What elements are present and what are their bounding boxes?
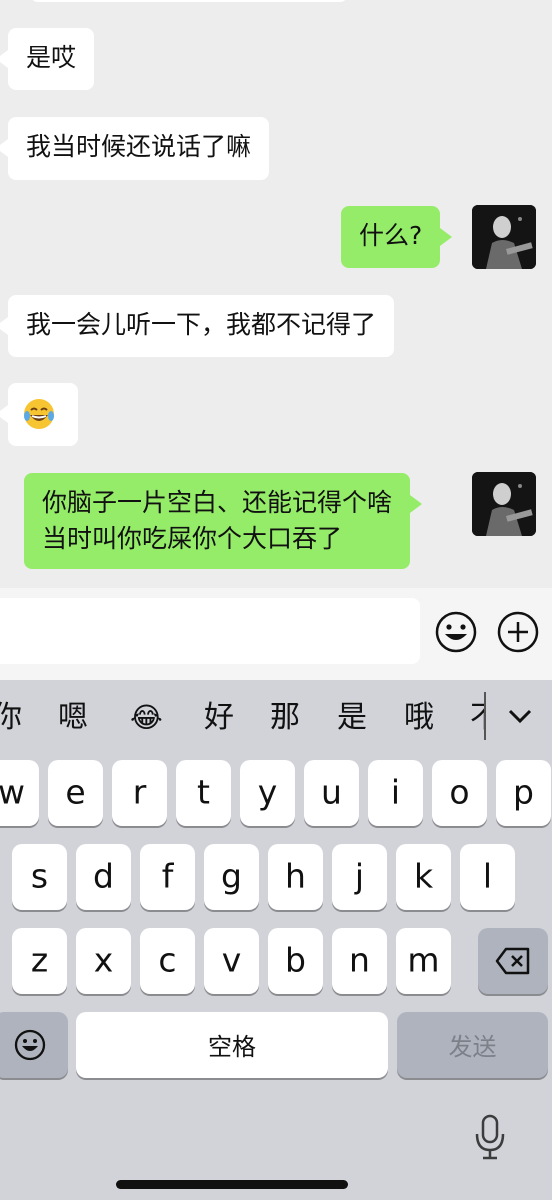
key-label: g <box>221 856 242 896</box>
key-r[interactable]: r <box>112 760 167 826</box>
message-input[interactable] <box>0 598 420 664</box>
key-label: i <box>390 772 401 812</box>
candidate-item[interactable]: 那 <box>270 698 300 738</box>
message-bubble-received[interactable]: 我当时候还说话了嘛 <box>0 117 270 180</box>
key-c[interactable]: c <box>140 928 195 994</box>
key-o[interactable]: o <box>432 760 487 826</box>
key-label: f <box>161 856 174 896</box>
chevron-down-icon[interactable] <box>504 700 536 732</box>
smiley-icon[interactable] <box>434 610 478 654</box>
candidate-item[interactable]: 不 <box>470 698 484 738</box>
keyboard: 你 嗯 😂 好 那 是 哦 不 we r t y u i o p s d f g h j k l z x c v b… <box>0 680 552 1200</box>
key-h[interactable]: h <box>268 844 323 910</box>
key-label: w <box>0 772 25 812</box>
key-label: r <box>132 772 147 812</box>
space-key[interactable]: 空格 <box>76 1012 388 1078</box>
key-z[interactable]: z <box>12 928 67 994</box>
candidate-item[interactable]: 嗯 <box>58 698 88 738</box>
key-label: n <box>349 940 370 980</box>
message-bubble-sent[interactable]: 你脑子一片空白、还能记得个啥 当时叫你吃屎你个大口吞了 <box>24 473 423 569</box>
key-label: e <box>65 772 86 812</box>
key-n[interactable]: n <box>332 928 387 994</box>
message-text-line: 当时叫你吃屎你个大口吞了 <box>42 524 343 553</box>
key-label: t <box>197 772 210 812</box>
key-g[interactable]: g <box>204 844 259 910</box>
key-f[interactable]: f <box>140 844 195 910</box>
home-indicator <box>116 1180 348 1189</box>
candidate-item[interactable]: 哦 <box>404 698 434 738</box>
key-label: p <box>513 772 534 812</box>
key-k[interactable]: k <box>396 844 451 910</box>
message-bubble-sent[interactable]: 什么? <box>341 206 453 268</box>
candidate-item[interactable]: 是 <box>337 698 367 738</box>
key-label: d <box>93 856 114 896</box>
candidate-bar: 你 嗯 😂 好 那 是 哦 不 <box>0 680 552 756</box>
key-label: j <box>354 856 365 896</box>
previous-message-edge <box>30 0 348 2</box>
chat-area: 是哎 我当时候还说话了嘛 什么? 我一会儿听一下，我都不记得了 你脑子一片空白、… <box>0 0 552 590</box>
key-label: z <box>30 940 49 980</box>
candidate-item[interactable]: 好 <box>204 698 234 738</box>
key-label: k <box>413 856 434 896</box>
message-text-line: 你脑子一片空白、还能记得个啥 <box>42 488 393 517</box>
key-label: x <box>93 940 114 980</box>
key-label: m <box>407 940 440 980</box>
tears-of-joy-icon <box>24 399 54 429</box>
key-x[interactable]: x <box>76 928 131 994</box>
avatar[interactable] <box>472 205 536 269</box>
key-p[interactable]: p <box>496 760 551 826</box>
key-label: v <box>221 940 242 980</box>
key-label: s <box>30 856 49 896</box>
key-w[interactable]: w <box>0 760 39 826</box>
message-bubble-received[interactable] <box>0 383 78 446</box>
key-label: l <box>482 856 493 896</box>
key-u[interactable]: u <box>304 760 359 826</box>
message-text: 什么? <box>359 221 423 250</box>
key-label: c <box>158 940 177 980</box>
key-y[interactable]: y <box>240 760 295 826</box>
key-label: h <box>285 856 306 896</box>
key-j[interactable]: j <box>332 844 387 910</box>
key-s[interactable]: s <box>12 844 67 910</box>
message-text: 我一会儿听一下，我都不记得了 <box>26 310 377 339</box>
backspace-icon <box>495 947 530 975</box>
space-key-label: 空格 <box>208 1032 256 1061</box>
key-label: b <box>285 940 306 980</box>
candidate-divider <box>484 692 486 740</box>
key-e[interactable]: e <box>48 760 103 826</box>
key-label: o <box>449 772 470 812</box>
avatar[interactable] <box>472 472 536 536</box>
message-bubble-received[interactable]: 我一会儿听一下，我都不记得了 <box>0 295 395 357</box>
send-key-label: 发送 <box>448 1032 497 1061</box>
candidate-item[interactable]: 你 <box>0 698 22 738</box>
key-t[interactable]: t <box>176 760 231 826</box>
plus-icon[interactable] <box>496 610 540 654</box>
emoji-icon <box>14 1029 46 1061</box>
key-i[interactable]: i <box>368 760 423 826</box>
message-text: 我当时候还说话了嘛 <box>26 132 252 161</box>
message-bubble-received[interactable]: 是哎 <box>0 28 95 90</box>
key-b[interactable]: b <box>268 928 323 994</box>
key-label: u <box>321 772 342 812</box>
key-d[interactable]: d <box>76 844 131 910</box>
key-label: y <box>257 772 278 812</box>
candidate-item[interactable]: 😂 <box>130 698 163 738</box>
input-bar <box>0 588 552 680</box>
backspace-key[interactable] <box>478 928 548 994</box>
microphone-icon[interactable] <box>474 1114 506 1162</box>
key-v[interactable]: v <box>204 928 259 994</box>
key-l[interactable]: l <box>460 844 515 910</box>
message-text: 是哎 <box>26 43 77 72</box>
send-key[interactable]: 发送 <box>397 1012 548 1078</box>
emoji-key[interactable] <box>0 1012 68 1078</box>
key-m[interactable]: m <box>396 928 451 994</box>
